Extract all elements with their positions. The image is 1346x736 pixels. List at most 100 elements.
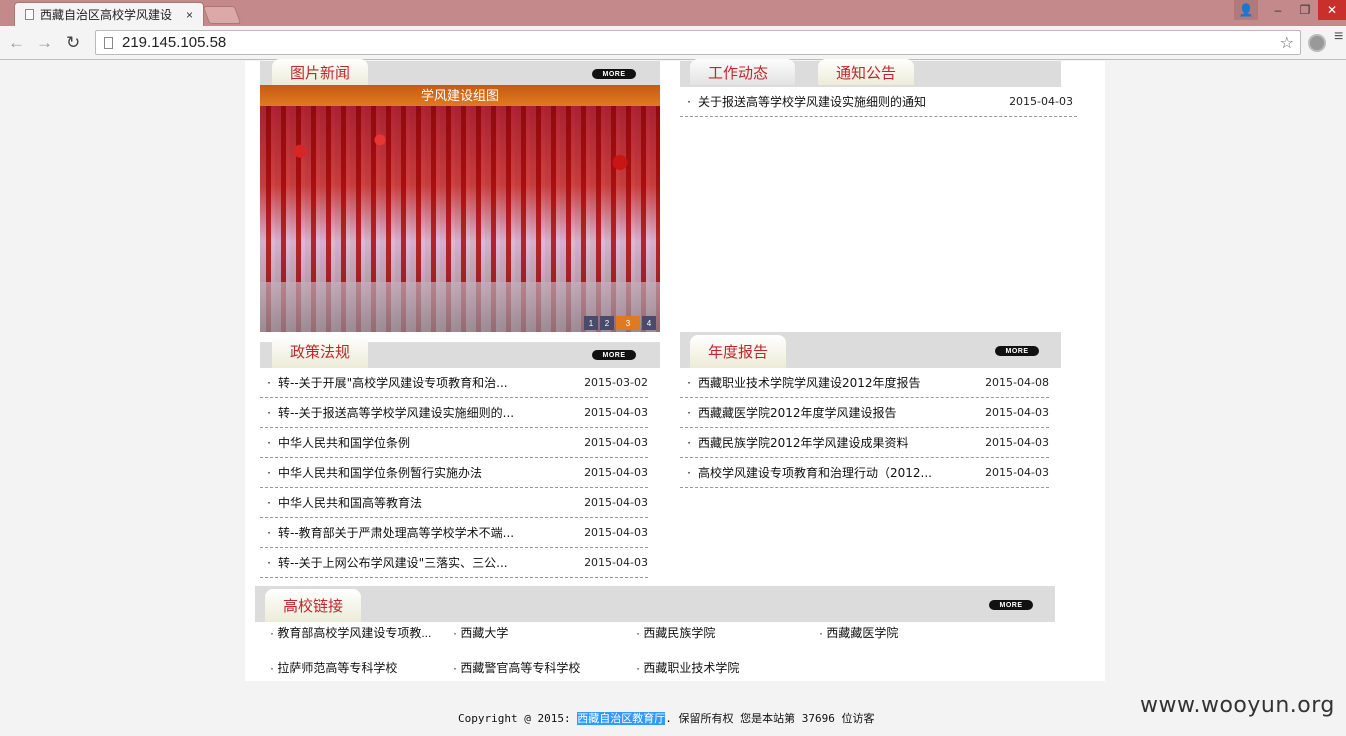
link-text[interactable]: 西藏藏医学院 (826, 626, 898, 640)
minimize-button[interactable]: – (1264, 0, 1292, 20)
browser-tab[interactable]: 西藏自治区高校学风建设 × (14, 2, 204, 26)
footer-copyright: Copyright @ 2015: (458, 712, 571, 725)
page-content: 图片新闻 MORE 学风建设组图 1 2 3 4 工作动态 通知公告 · 关于报… (245, 59, 1105, 681)
policy-list: · 转--关于开展"高校学风建设专项教育和治... 2015-03-02 · 转--关… (260, 368, 648, 578)
list-item-text[interactable]: 中华人民共和国学位条例暂行实施办法 (278, 464, 482, 481)
pager-2[interactable]: 2 (600, 316, 614, 330)
list-item-text[interactable]: 转--教育部关于严肃处理高等学校学术不端... (278, 524, 514, 541)
list-item[interactable]: · 中华人民共和国学位条例暂行实施办法 2015-04-03 (260, 458, 648, 488)
list-item[interactable]: · 西藏职业技术学院学风建设2012年度报告 2015-04-08 (680, 368, 1049, 398)
link-text[interactable]: 拉萨师范高等专科学校 (277, 661, 397, 675)
link-item[interactable]: · 西藏民族学院 (636, 624, 715, 641)
list-item[interactable]: · 转--关于上网公布学风建设"三落实、三公... 2015-04-03 (260, 548, 648, 578)
list-item-date: 2015-04-03 (985, 406, 1049, 419)
link-text[interactable]: 教育部高校学风建设专项教... (277, 626, 431, 640)
link-text[interactable]: 西藏职业技术学院 (643, 661, 739, 675)
policy-title[interactable]: 政策法规 (272, 335, 369, 368)
photo-news-title[interactable]: 图片新闻 (272, 59, 369, 85)
policy-more-button[interactable]: MORE (592, 350, 636, 360)
list-item-date: 2015-04-03 (584, 436, 648, 449)
list-item-text[interactable]: 西藏职业技术学院学风建设2012年度报告 (698, 374, 921, 391)
link-item[interactable]: · 拉萨师范高等专科学校 (270, 659, 397, 676)
link-text[interactable]: 西藏警官高等专科学校 (460, 661, 580, 675)
annual-header: 年度报告 MORE (680, 332, 1061, 368)
link-item[interactable]: · 西藏大学 (453, 624, 508, 641)
slideshow-caption[interactable]: 学风建设组图 (260, 85, 660, 106)
new-tab-button[interactable] (202, 6, 242, 24)
pager-1[interactable]: 1 (584, 316, 598, 330)
list-item-date: 2015-04-03 (584, 526, 648, 539)
list-item[interactable]: · 中华人民共和国学位条例 2015-04-03 (260, 428, 648, 458)
link-item[interactable]: · 西藏藏医学院 (819, 624, 898, 641)
slideshow-image[interactable] (260, 106, 660, 332)
policy-header: 政策法规 MORE (260, 335, 660, 368)
footer-visitor-count: . 保留所有权 您是本站第 37696 位访客 (665, 712, 875, 725)
list-item-text[interactable]: 关于报送高等学校学风建设实施细则的通知 (698, 93, 926, 110)
list-item[interactable]: · 西藏民族学院2012年学风建设成果资料 2015-04-03 (680, 428, 1049, 458)
list-item-date: 2015-04-08 (985, 376, 1049, 389)
watermark: www.wooyun.org (1140, 693, 1335, 718)
list-item-date: 2015-04-03 (584, 496, 648, 509)
slideshow-pager: 1 2 3 4 (584, 316, 656, 330)
links-title[interactable]: 高校链接 (265, 589, 362, 622)
list-item-text[interactable]: 转--关于上网公布学风建设"三落实、三公... (278, 554, 508, 571)
list-item[interactable]: · 关于报送高等学校学风建设实施细则的通知 2015-04-03 (680, 87, 1077, 117)
tab-work-news[interactable]: 工作动态 (690, 59, 795, 85)
extension-icon[interactable] (1308, 34, 1326, 52)
news-tabs-header: 工作动态 通知公告 (680, 59, 1061, 87)
link-text[interactable]: 西藏民族学院 (643, 626, 715, 640)
list-item-text[interactable]: 西藏藏医学院2012年度学风建设报告 (698, 404, 897, 421)
list-item-date: 2015-04-03 (584, 406, 648, 419)
list-item-text[interactable]: 中华人民共和国学位条例 (278, 434, 410, 451)
list-item-date: 2015-04-03 (1009, 95, 1073, 108)
menu-icon[interactable]: ≡ (1334, 29, 1344, 45)
tab-notices[interactable]: 通知公告 (818, 59, 915, 85)
footer-org-link[interactable]: 西藏自治区教育厅 (577, 712, 666, 725)
photo-news-header: 图片新闻 MORE (260, 59, 660, 87)
page-icon (25, 9, 34, 20)
link-text[interactable]: 西藏大学 (460, 626, 508, 640)
user-icon[interactable]: 👤 (1234, 0, 1258, 20)
list-item-text[interactable]: 高校学风建设专项教育和治理行动（2012... (698, 464, 932, 481)
list-item[interactable]: · 西藏藏医学院2012年度学风建设报告 2015-04-03 (680, 398, 1049, 428)
annual-title[interactable]: 年度报告 (690, 335, 787, 368)
list-item-text[interactable]: 转--关于开展"高校学风建设专项教育和治... (278, 374, 508, 391)
link-item[interactable]: · 西藏警官高等专科学校 (453, 659, 580, 676)
pager-3[interactable]: 3 (616, 316, 640, 330)
close-window-button[interactable]: ✕ (1318, 0, 1346, 20)
footer: Copyright @ 2015: 西藏自治区教育厅. 保留所有权 您是本站第 … (458, 710, 874, 726)
pager-4[interactable]: 4 (642, 316, 656, 330)
browser-toolbar: ← → ↻ 219.145.105.58 ☆ ≡ (0, 26, 1346, 60)
tab-title: 西藏自治区高校学风建设 (40, 8, 173, 22)
list-item[interactable]: · 转--教育部关于严肃处理高等学校学术不端... 2015-04-03 (260, 518, 648, 548)
reload-icon[interactable]: ↻ (66, 33, 80, 53)
address-bar[interactable]: 219.145.105.58 ☆ (95, 30, 1301, 55)
page-icon (104, 36, 113, 49)
list-item-text[interactable]: 中华人民共和国高等教育法 (278, 494, 422, 511)
list-item-text[interactable]: 转--关于报送高等学校学风建设实施细则的... (278, 404, 514, 421)
list-item-text[interactable]: 西藏民族学院2012年学风建设成果资料 (698, 434, 909, 451)
list-item-date: 2015-04-03 (985, 436, 1049, 449)
photo-slideshow[interactable]: 学风建设组图 1 2 3 4 (260, 85, 660, 332)
annual-more-button[interactable]: MORE (995, 346, 1039, 356)
links-header: 高校链接 MORE (255, 586, 1055, 622)
link-item[interactable]: · 西藏职业技术学院 (636, 659, 739, 676)
list-item[interactable]: · 高校学风建设专项教育和治理行动（2012... 2015-04-03 (680, 458, 1049, 488)
forward-icon[interactable]: → (36, 33, 53, 53)
list-item-date: 2015-04-03 (584, 466, 648, 479)
list-item-date: 2015-03-02 (584, 376, 648, 389)
maximize-button[interactable]: ❐ (1292, 0, 1318, 20)
tab-close-icon[interactable]: × (186, 8, 193, 22)
links-more-button[interactable]: MORE (989, 600, 1033, 610)
notice-list: · 关于报送高等学校学风建设实施细则的通知 2015-04-03 (680, 87, 1077, 117)
link-item[interactable]: · 教育部高校学风建设专项教... (270, 624, 431, 641)
list-item[interactable]: · 转--关于开展"高校学风建设专项教育和治... 2015-03-02 (260, 368, 648, 398)
list-item-date: 2015-04-03 (584, 556, 648, 569)
bookmark-star-icon[interactable]: ☆ (1280, 33, 1294, 53)
photo-news-more-button[interactable]: MORE (592, 69, 636, 79)
url-text[interactable]: 219.145.105.58 (122, 34, 226, 51)
list-item[interactable]: · 中华人民共和国高等教育法 2015-04-03 (260, 488, 648, 518)
back-icon[interactable]: ← (8, 33, 25, 53)
annual-list: · 西藏职业技术学院学风建设2012年度报告 2015-04-08 · 西藏藏医学院2… (680, 368, 1049, 488)
list-item[interactable]: · 转--关于报送高等学校学风建设实施细则的... 2015-04-03 (260, 398, 648, 428)
